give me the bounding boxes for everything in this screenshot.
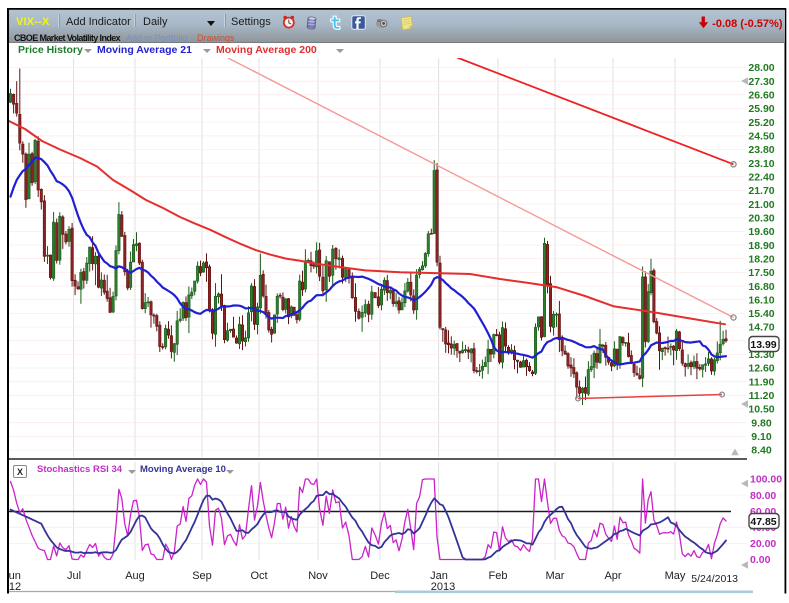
svg-text:23.10: 23.10	[748, 158, 774, 170]
svg-text:14.70: 14.70	[748, 322, 774, 334]
svg-text:8.40: 8.40	[751, 445, 772, 457]
svg-text:Jul: Jul	[67, 570, 81, 582]
svg-text:Oct: Oct	[250, 570, 267, 582]
svg-text:16.10: 16.10	[748, 294, 774, 306]
svg-text:16.80: 16.80	[748, 281, 774, 293]
svg-text:28.00: 28.00	[748, 62, 774, 74]
svg-text:10.50: 10.50	[748, 404, 774, 416]
svg-text:26.60: 26.60	[748, 90, 774, 102]
svg-text:25.90: 25.90	[748, 103, 774, 115]
svg-text:18.90: 18.90	[748, 240, 774, 252]
svg-text:25.20: 25.20	[748, 117, 774, 129]
svg-text:22.40: 22.40	[748, 172, 774, 184]
svg-text:Dec: Dec	[370, 570, 390, 582]
svg-text:Mar: Mar	[546, 570, 565, 582]
svg-text:Sep: Sep	[192, 570, 212, 582]
svg-text:13.99: 13.99	[750, 339, 776, 351]
svg-text:20.00: 20.00	[750, 538, 776, 550]
svg-text:21.70: 21.70	[748, 185, 774, 197]
svg-text:5/24/2013: 5/24/2013	[691, 573, 738, 585]
svg-text:19.60: 19.60	[748, 226, 774, 238]
svg-text:20.30: 20.30	[748, 213, 774, 225]
svg-text:27.30: 27.30	[748, 76, 774, 88]
svg-text:100.00: 100.00	[750, 474, 782, 486]
svg-text:0.00: 0.00	[750, 554, 771, 566]
svg-text:May: May	[665, 570, 686, 582]
svg-text:47.85: 47.85	[750, 516, 776, 528]
svg-text:9.10: 9.10	[751, 431, 772, 443]
svg-text:Nov: Nov	[308, 570, 328, 582]
svg-text:21.00: 21.00	[748, 199, 774, 211]
svg-text:Feb: Feb	[489, 570, 508, 582]
svg-text:11.20: 11.20	[749, 390, 775, 402]
svg-text:18.20: 18.20	[748, 253, 774, 265]
svg-text:17.50: 17.50	[748, 267, 774, 279]
svg-text:Aug: Aug	[125, 570, 145, 582]
svg-text:12.60: 12.60	[748, 363, 774, 375]
svg-text:15.40: 15.40	[748, 308, 774, 320]
svg-text:9.80: 9.80	[751, 417, 772, 429]
svg-text:23.80: 23.80	[748, 144, 774, 156]
svg-text:Apr: Apr	[604, 570, 621, 582]
svg-text:80.00: 80.00	[750, 490, 776, 502]
svg-text:11.90: 11.90	[749, 376, 775, 388]
svg-text:24.50: 24.50	[748, 131, 774, 143]
